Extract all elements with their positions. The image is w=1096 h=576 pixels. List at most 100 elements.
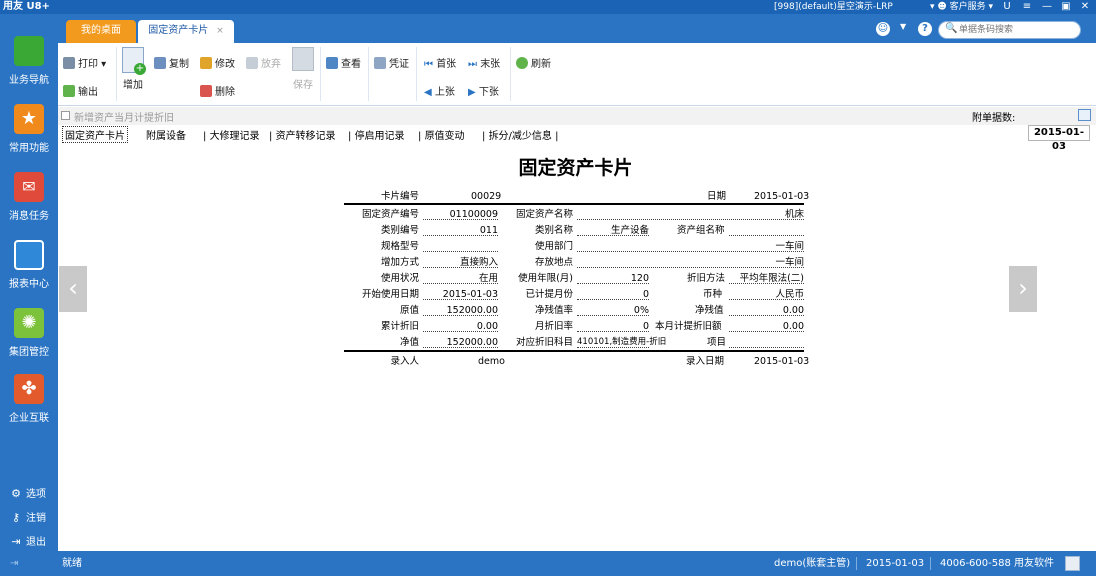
attachment-icon[interactable]: [1078, 109, 1091, 121]
minimize-button[interactable]: —: [1040, 0, 1054, 14]
chevron-down-icon[interactable]: ▼: [900, 22, 906, 31]
discard-icon: [246, 57, 258, 69]
asset-card: 固定资产卡片 卡片编号 00029 日期 2015-01-03 固定资产编号 0…: [331, 144, 820, 368]
cardtab-split[interactable]: | 拆分/减少信息 |: [482, 127, 559, 142]
next-icon: ▶: [468, 87, 476, 98]
add-method-value: 直接购入: [423, 257, 498, 268]
first-icon: ⏮: [424, 59, 433, 70]
category-code-value: 011: [423, 225, 498, 236]
exit-button[interactable]: ⇥ 退出: [10, 533, 46, 548]
search-input[interactable]: [959, 23, 1077, 37]
delete-button[interactable]: 删除: [200, 83, 235, 98]
entered-date-value: 2015-01-03: [754, 356, 810, 367]
app-window: 用友 U8+ [998](default)星空演示-LRP ▾ ☻ 客户服务 ▾…: [0, 0, 1096, 576]
search-icon: 🔍: [945, 23, 958, 34]
asset-name-value: 机床: [577, 209, 804, 220]
output-button[interactable]: 输出: [63, 83, 98, 98]
nav-reports[interactable]: 报表中心: [0, 240, 58, 290]
nav-group-control[interactable]: ✺ 集团管控: [0, 308, 58, 358]
card-title: 固定资产卡片: [518, 157, 633, 179]
status-phone: 4006-600-588 用友软件: [940, 558, 1055, 569]
salvage-rate-value: 0%: [577, 305, 649, 316]
pencil-icon: [200, 57, 212, 69]
category-name-value: 生产设备: [577, 225, 649, 236]
group-icon: ✺: [14, 308, 44, 338]
save-button[interactable]: 保存: [292, 47, 314, 91]
message-icon: ✉: [14, 172, 44, 202]
discard-button[interactable]: 放弃: [246, 55, 281, 70]
collapse-nav-icon[interactable]: ⇥: [10, 558, 18, 569]
cardtab-attached-equipment[interactable]: 附属设备: [146, 127, 186, 142]
customer-service-menu[interactable]: ▾ ☻ 客户服务 ▾: [930, 0, 993, 14]
depreciation-checkbox-label: 新增资产当月计提折旧: [74, 113, 174, 124]
date-value: 2015-01-03: [754, 191, 810, 202]
nav-business[interactable]: 业务导航: [0, 36, 58, 86]
tab-desktop[interactable]: 我的桌面: [66, 20, 136, 43]
refresh-icon: [516, 57, 528, 69]
depr-method-value: 平均年限法(二): [729, 273, 804, 284]
prev-record-button[interactable]: ◀ 上张: [424, 83, 455, 98]
enterprise-icon: ✤: [14, 374, 44, 404]
logout-button[interactable]: ⚷ 注销: [10, 509, 46, 524]
next-arrow-button[interactable]: ›: [1009, 266, 1037, 312]
refresh-button[interactable]: 刷新: [516, 55, 551, 70]
business-nav-icon: [14, 36, 44, 66]
prev-arrow-button[interactable]: ‹: [59, 266, 87, 312]
depr-account-value: 410101,制造费用-折旧: [577, 337, 667, 348]
export-icon: [63, 85, 75, 97]
nav-enterprise[interactable]: ✤ 企业互联: [0, 374, 58, 424]
asset-code-value: 01100009: [423, 209, 498, 220]
u-menu-button[interactable]: U: [1000, 0, 1014, 14]
smiley-icon[interactable]: ☺: [876, 22, 890, 36]
cardtab-transfer[interactable]: | 资产转移记录: [269, 127, 336, 142]
nav-messages[interactable]: ✉ 消息任务: [0, 172, 58, 222]
magnifier-icon: [326, 57, 338, 69]
status-user: demo(账套主管): [774, 558, 851, 569]
accum-depr-value: 0.00: [423, 321, 498, 332]
status-date: 2015-01-03: [866, 558, 925, 569]
close-button[interactable]: ✕: [1078, 0, 1092, 14]
options-button[interactable]: ⚙ 选项: [10, 485, 46, 500]
voucher-button[interactable]: 凭证: [374, 55, 409, 70]
copy-button[interactable]: 复制: [154, 55, 189, 70]
card-tabs: 固定资产卡片 附属设备 | 大修理记录 | 资产转移记录 | 停启用记录 | 原…: [58, 126, 1096, 143]
asset-group-value: [729, 225, 804, 236]
status-ready: 就绪: [62, 558, 82, 569]
first-record-button[interactable]: ⏮ 首张: [424, 55, 456, 70]
entered-by-value: demo: [478, 356, 505, 367]
prev-icon: ◀: [424, 87, 432, 98]
cardtab-asset-card[interactable]: 固定资产卡片: [62, 126, 128, 143]
print-button[interactable]: 打印 ▾: [63, 55, 106, 70]
salvage-value: 0.00: [729, 305, 804, 316]
menu-button[interactable]: ≡: [1020, 0, 1034, 14]
depreciation-checkbox[interactable]: [61, 111, 70, 120]
cardtab-value-change[interactable]: | 原值变动: [418, 127, 465, 142]
attachments-label: 附单据数:: [972, 113, 1016, 124]
nav-favorites[interactable]: ★ 常用功能: [0, 104, 58, 154]
restore-button[interactable]: ▣: [1059, 0, 1073, 14]
tab-fixed-asset-card[interactable]: 固定资产卡片 ×: [138, 20, 234, 43]
next-record-button[interactable]: ▶ 下张: [468, 83, 499, 98]
last-record-button[interactable]: ⏭ 末张: [468, 55, 500, 70]
cardtab-suspend[interactable]: | 停启用记录: [348, 127, 405, 142]
cardtab-overhaul[interactable]: | 大修理记录: [203, 127, 260, 142]
toolbar: 打印 ▾ 输出 + 增加 复制 修改 放弃 删除 保存 查看 凭证 ⏮ 首张 ⏭…: [58, 43, 1096, 106]
key-icon: ⚷: [11, 511, 21, 524]
view-button[interactable]: 查看: [326, 55, 361, 70]
star-icon: ★: [14, 104, 44, 134]
net-value-value: 152000.00: [423, 337, 498, 348]
status-tray-icon[interactable]: [1065, 556, 1080, 571]
modify-button[interactable]: 修改: [200, 55, 235, 70]
search-box[interactable]: 🔍: [938, 21, 1081, 39]
help-icon[interactable]: ?: [918, 22, 932, 36]
monthly-rate-value: 0: [577, 321, 649, 332]
tab-close-icon[interactable]: ×: [216, 26, 224, 36]
add-button[interactable]: + 增加: [122, 47, 146, 91]
save-icon: [292, 47, 314, 71]
months-value: 0: [577, 289, 649, 300]
account-info: [998](default)星空演示-LRP: [774, 2, 893, 12]
orig-value-value: 152000.00: [423, 305, 498, 316]
life-value: 120: [577, 273, 649, 284]
usage-status-value: 在用: [423, 273, 498, 284]
dept-value: 一车间: [577, 241, 804, 252]
